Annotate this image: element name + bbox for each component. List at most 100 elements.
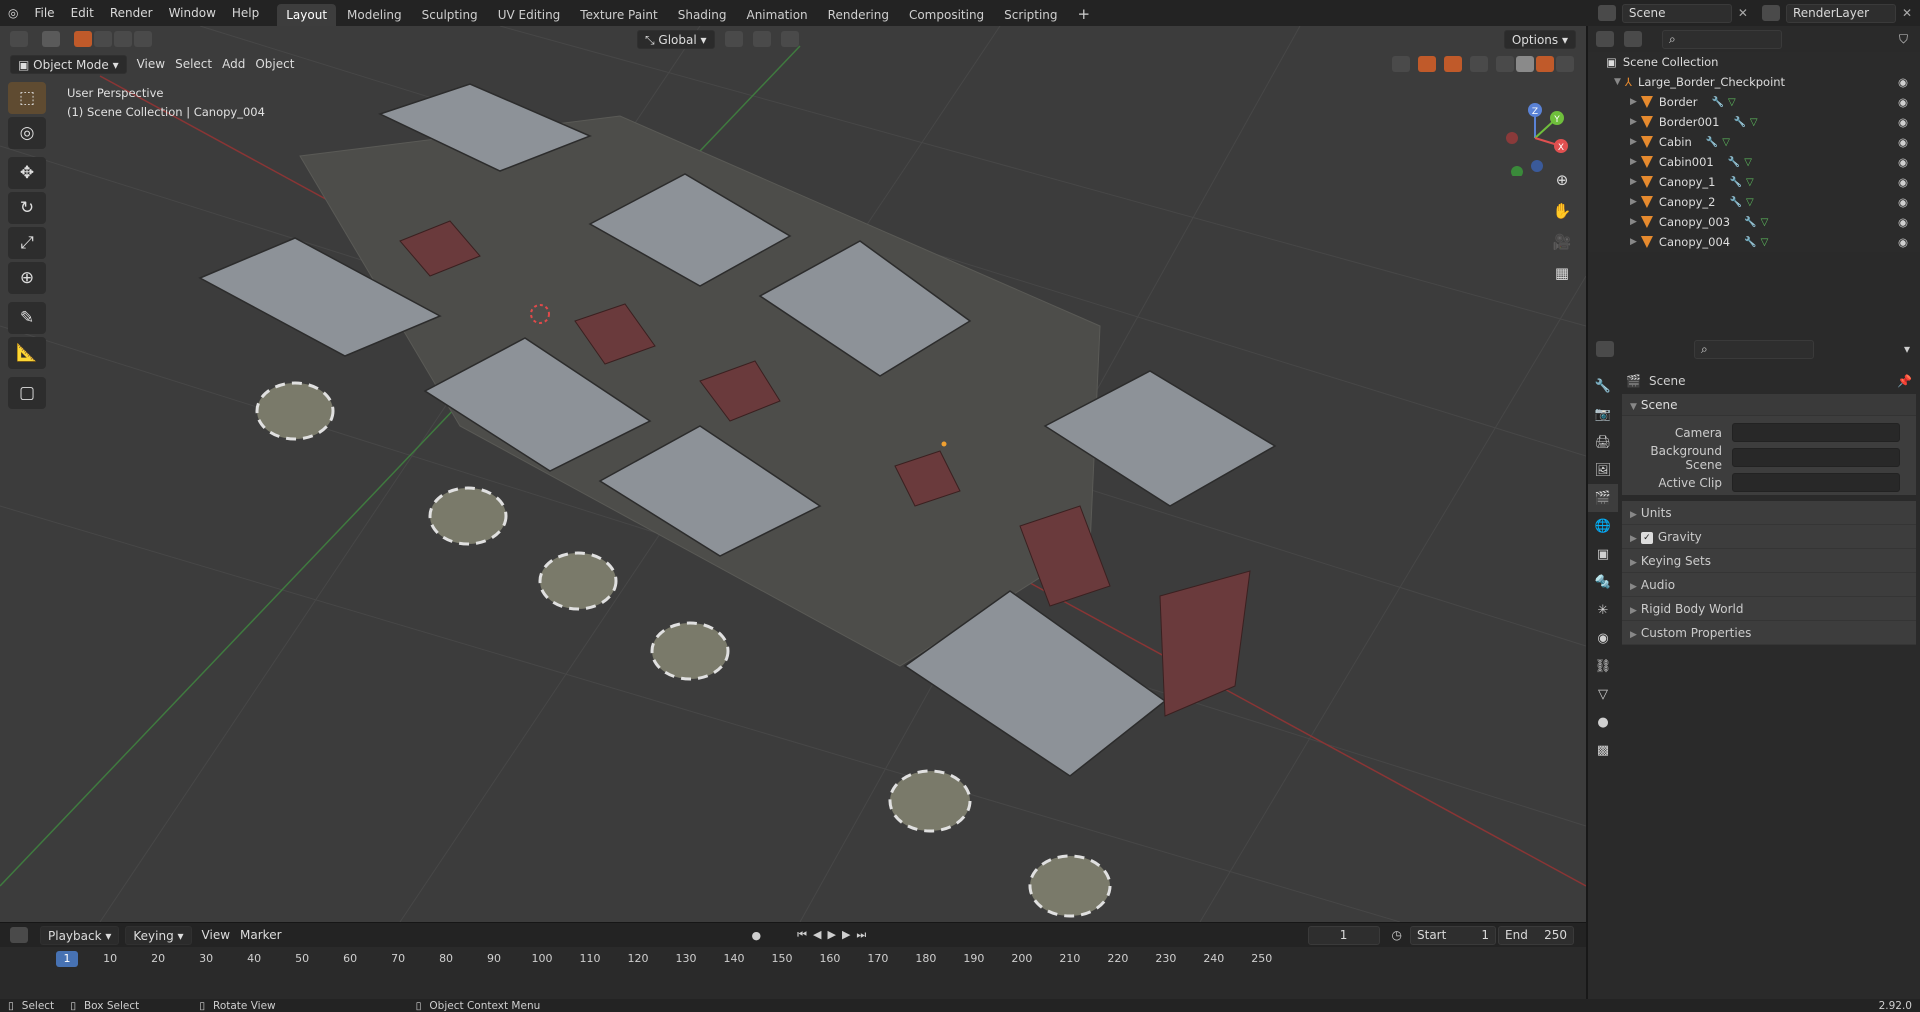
add-workspace-button[interactable]: + [1069,4,1100,26]
menu-edit[interactable]: Edit [63,6,102,20]
eye-icon[interactable]: ◉ [1898,175,1908,189]
eye-icon[interactable]: ◉ [1898,155,1908,169]
tab-texture-paint[interactable]: Texture Paint [571,4,666,26]
expand-icon[interactable]: ▶ [1630,97,1637,107]
expand-icon[interactable]: ▶ [1630,157,1637,167]
data-tab-icon[interactable]: ▽ [1588,680,1618,708]
playback-dropdown[interactable]: Playback ▾ [40,925,120,945]
eye-icon[interactable]: ◉ [1898,95,1908,109]
select-mode-intersect-icon[interactable] [134,31,152,47]
select-mode-new-icon[interactable] [74,31,92,47]
camera-field[interactable] [1732,423,1900,442]
modifier-tab-icon[interactable]: 🔩 [1588,568,1618,596]
outliner-object-row[interactable]: ▶ Cabin001 🔧 ▽ ◉ [1588,152,1920,172]
select-mode-extend-icon[interactable] [94,31,112,47]
end-frame-field[interactable]: End 250 [1498,925,1574,945]
properties-editor-icon[interactable] [1596,341,1614,357]
outliner-object-row[interactable]: ▶ Canopy_2 🔧 ▽ ◉ [1588,192,1920,212]
cursor-tool[interactable]: ◎ [8,117,46,149]
select-mode-subtract-icon[interactable] [114,31,132,47]
constraints-tab-icon[interactable]: ⛓ [1588,652,1618,680]
eye-icon[interactable]: ◉ [1898,235,1908,249]
overlay-toggle-icon[interactable] [1444,56,1462,72]
tab-animation[interactable]: Animation [737,4,816,26]
mode-dropdown[interactable]: ▣ Object Mode ▾ [10,54,127,74]
pin-icon[interactable]: 📌 [1897,374,1912,388]
rigid-body-world-panel[interactable]: ▶ Rigid Body World [1622,597,1916,621]
clock-icon[interactable]: ◷ [1392,928,1402,942]
current-frame-field[interactable]: 1 [1307,925,1380,945]
gravity-checkbox[interactable]: ✓ [1640,531,1653,544]
scale-tool[interactable]: ⤢ [8,227,46,259]
outliner-object-row[interactable]: ▶ Border001 🔧 ▽ ◉ [1588,112,1920,132]
outliner-object-row[interactable]: ▶ Canopy_1 🔧 ▽ ◉ [1588,172,1920,192]
tab-rendering[interactable]: Rendering [819,4,898,26]
camera-view-icon[interactable]: 🎥 [1548,228,1576,256]
scene-panel-header[interactable]: ▼ Scene [1622,394,1916,416]
tab-scripting[interactable]: Scripting [995,4,1066,26]
renderlayer-field[interactable]: RenderLayer [1785,3,1896,23]
menu-select[interactable]: Select [175,57,212,71]
scene-icon[interactable] [1597,5,1616,21]
current-frame-marker[interactable]: 1 [56,951,78,967]
world-tab-icon[interactable]: 🌐 [1588,512,1618,540]
outliner-object-row[interactable]: ▶ Canopy_003 🔧 ▽ ◉ [1588,212,1920,232]
snap-icon[interactable] [752,31,771,47]
keying-sets-panel[interactable]: ▶ Keying Sets [1622,549,1916,573]
collapse-icon[interactable]: ▼ [1614,77,1621,87]
properties-search[interactable]: ⌕ [1694,339,1814,359]
grid-perspective-icon[interactable]: ▦ [1548,259,1576,287]
xray-icon[interactable] [1470,56,1488,72]
units-panel[interactable]: ▶ Units [1622,501,1916,525]
select-box-tool[interactable]: ⬚ [8,82,46,114]
start-frame-field[interactable]: Start 1 [1410,925,1496,945]
timeline-view-menu[interactable]: View [202,928,230,942]
outliner-object-row[interactable]: ▶ Canopy_004 🔧 ▽ ◉ [1588,232,1920,252]
proportional-edit-icon[interactable] [780,31,799,47]
editor-type-icon[interactable] [10,31,28,47]
chevron-down-icon[interactable]: ▾ [1904,342,1910,356]
annotate-tool[interactable]: ✎ [8,302,46,334]
pivot-icon[interactable] [724,31,743,47]
expand-icon[interactable]: ▶ [1630,197,1637,207]
expand-icon[interactable]: ▶ [1630,137,1637,147]
audio-panel[interactable]: ▶ Audio [1622,573,1916,597]
measure-tool[interactable]: 📐 [8,337,46,369]
tab-compositing[interactable]: Compositing [900,4,993,26]
material-shading-icon[interactable] [1536,56,1554,72]
physics-tab-icon[interactable]: ◉ [1588,624,1618,652]
scene-tab-icon[interactable]: 🎬 [1588,484,1618,512]
playback-controls[interactable]: ⏮◀▶▶⏭ [797,928,872,942]
options-button[interactable]: Options ▾ [1503,29,1576,49]
menu-view[interactable]: View [137,57,165,71]
texture-tab-icon[interactable]: ▩ [1588,736,1618,764]
wireframe-shading-icon[interactable] [1496,56,1514,72]
orientation-dropdown[interactable]: ⤡ Global ▾ [637,29,715,49]
menu-object[interactable]: Object [255,57,294,71]
close-icon[interactable]: ✕ [1902,6,1912,20]
gravity-panel[interactable]: ▶ ✓ Gravity [1622,525,1916,549]
scene-field[interactable]: Scene [1621,3,1732,23]
custom-properties-panel[interactable]: ▶ Custom Properties [1622,621,1916,645]
expand-icon[interactable]: ▶ [1630,217,1637,227]
move-tool[interactable]: ✥ [8,157,46,189]
record-icon[interactable]: ● [752,929,762,942]
render-tab-icon[interactable]: 📷 [1588,400,1618,428]
keying-dropdown[interactable]: Keying ▾ [125,925,192,945]
gizmo-toggle-icon[interactable] [1418,56,1436,72]
eye-icon[interactable]: ◉ [1898,115,1908,129]
tool-tab-icon[interactable]: 🔧 [1588,372,1618,400]
frame-ruler[interactable]: 1 10 20 30 40 50 60 70 80 90 100 110 120 130 140 150 16… [10,950,1576,968]
navigation-gizmo[interactable]: Z Y X [1497,96,1577,176]
menu-file[interactable]: File [26,6,62,20]
timeline-editor-icon[interactable] [10,927,28,943]
pan-hand-icon[interactable]: ✋ [1548,197,1576,225]
outliner-scene-collection[interactable]: ▣ Scene Collection [1588,52,1920,72]
renderlayer-icon[interactable] [1761,5,1780,21]
timeline-marker-menu[interactable]: Marker [240,928,281,942]
outliner-object-row[interactable]: ▶ Border 🔧 ▽ ◉ [1588,92,1920,112]
background-scene-field[interactable] [1732,448,1900,467]
blender-logo-icon[interactable]: ◎ [0,6,26,20]
tab-sculpting[interactable]: Sculpting [413,4,487,26]
outliner-editor-icon[interactable] [1596,31,1614,47]
